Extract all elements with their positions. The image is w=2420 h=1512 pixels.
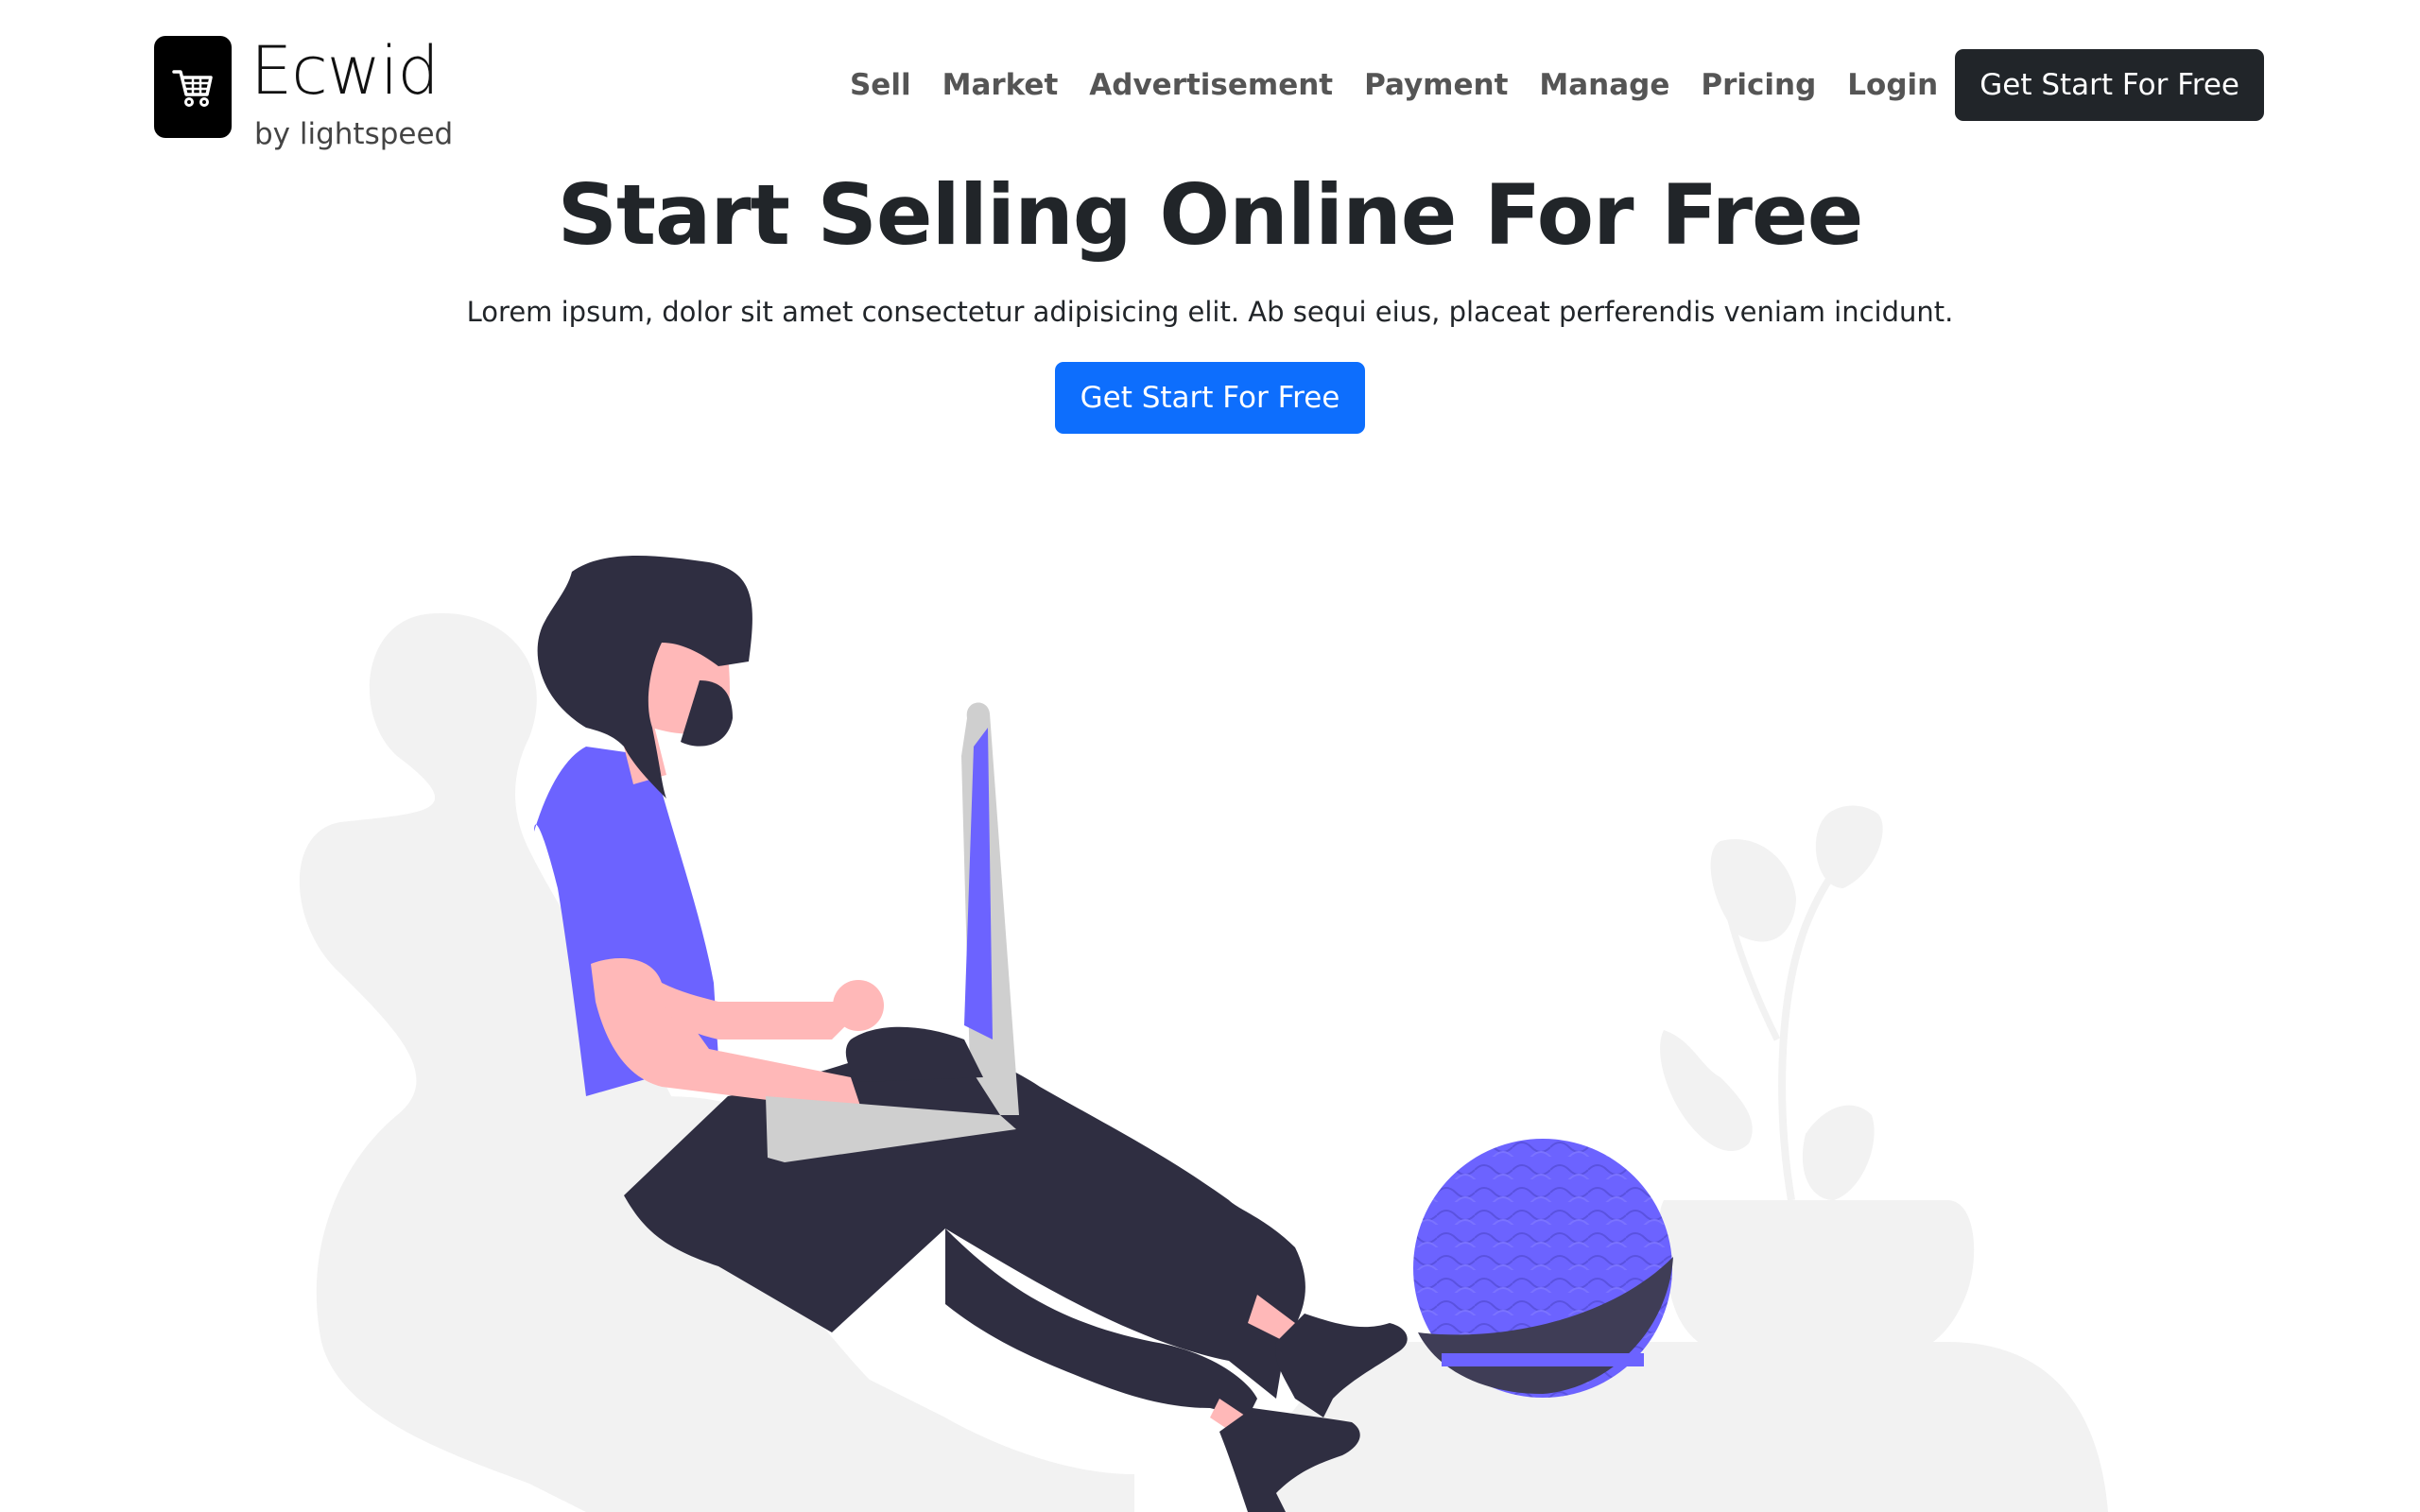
brand-tagline: by lightspeed bbox=[254, 117, 454, 151]
nav-link-sell[interactable]: Sell bbox=[850, 68, 911, 102]
nav-link-login[interactable]: Login bbox=[1847, 68, 1938, 102]
nav-link-advertisement[interactable]: Advertisement bbox=[1089, 68, 1333, 102]
sphere-ottoman bbox=[1413, 1139, 1673, 1398]
nav-link-payment[interactable]: Payment bbox=[1364, 68, 1508, 102]
nav-get-started-button[interactable]: Get Start For Free bbox=[1955, 49, 2264, 121]
hero-subtitle: Lorem ipsum, dolor sit amet consectetur … bbox=[466, 295, 1954, 328]
nav-link-pricing[interactable]: Pricing bbox=[1701, 68, 1816, 102]
hero-section: Start Selling Online For Free Lorem ipsu… bbox=[0, 166, 2420, 434]
brand-logo[interactable]: Ecwid by lightspeed bbox=[154, 36, 453, 151]
hero-illustration bbox=[299, 555, 2108, 1512]
plant bbox=[1660, 805, 1883, 1201]
brand-name: Ecwid bbox=[251, 32, 440, 110]
nav-links: Sell Market Advertisement Payment Manage… bbox=[819, 49, 2264, 121]
nav-link-manage[interactable]: Manage bbox=[1539, 68, 1669, 102]
brand-text: Ecwid by lightspeed bbox=[251, 36, 453, 151]
shopping-cart-icon bbox=[154, 36, 232, 138]
hero-title: Start Selling Online For Free bbox=[557, 166, 1864, 264]
navbar: Ecwid by lightspeed Sell Market Advertis… bbox=[0, 0, 2420, 161]
nav-link-market[interactable]: Market bbox=[942, 68, 1059, 102]
hero-get-started-button[interactable]: Get Start For Free bbox=[1054, 361, 1366, 434]
